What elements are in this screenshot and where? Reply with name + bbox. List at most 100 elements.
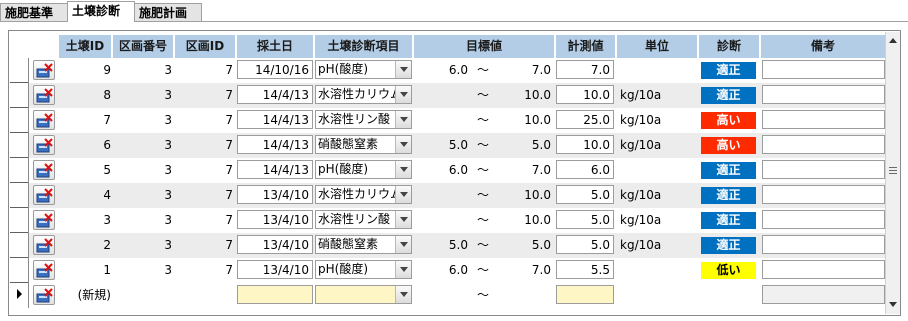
chevron-down-icon[interactable] <box>395 136 411 153</box>
edit-record-button[interactable] <box>33 210 55 230</box>
notes-field[interactable] <box>762 160 885 179</box>
record-selector[interactable] <box>10 208 28 233</box>
chevron-down-icon[interactable] <box>395 161 411 178</box>
diagnosis-item-combo[interactable]: 水溶性カリウム <box>315 185 412 204</box>
measured-value-field[interactable]: 6.0 <box>556 160 614 179</box>
new-measured-value-field[interactable] <box>556 285 614 304</box>
chevron-down-icon[interactable] <box>395 186 411 203</box>
new-diagnosis-item-combo[interactable] <box>315 285 412 304</box>
target-min-cell: 6.0 <box>448 263 468 277</box>
record-selector[interactable] <box>10 108 28 133</box>
column-header-section-number[interactable]: 区画番号 <box>113 35 173 58</box>
diagnosis-badge: 適正 <box>701 212 756 229</box>
sample-date-field[interactable]: 13/4/10 <box>237 185 313 204</box>
new-notes-field[interactable] <box>762 285 885 304</box>
column-header-soil-id[interactable]: 土壌ID <box>59 35 111 58</box>
chevron-down-icon[interactable] <box>395 86 411 103</box>
chevron-down-icon[interactable] <box>395 286 411 303</box>
column-header-notes[interactable]: 備考 <box>761 35 885 58</box>
record-selector[interactable] <box>10 58 28 83</box>
edit-delete-record-icon <box>36 163 53 178</box>
column-header-target-value[interactable]: 目標値 <box>414 35 554 58</box>
sample-date-field[interactable]: 14/4/13 <box>237 110 313 129</box>
record-selector[interactable] <box>10 133 28 158</box>
notes-field[interactable] <box>762 235 885 254</box>
target-min-cell: 5.0 <box>448 238 468 252</box>
section-number-cell: 3 <box>164 63 172 77</box>
edit-record-button[interactable] <box>33 260 55 280</box>
diagnosis-item-combo[interactable]: pH(酸度) <box>315 60 412 79</box>
record-selector[interactable] <box>10 233 28 258</box>
range-tilde: ～ <box>476 188 489 202</box>
sample-date-field[interactable]: 14/4/13 <box>237 160 313 179</box>
tab-fertilizer-plan[interactable]: 施肥計画 <box>134 3 202 21</box>
notes-field[interactable] <box>762 260 885 279</box>
chevron-down-icon[interactable] <box>395 61 411 78</box>
notes-field[interactable] <box>762 135 885 154</box>
edit-record-button[interactable] <box>33 85 55 105</box>
unit-cell <box>620 160 696 180</box>
sample-date-field[interactable]: 14/4/13 <box>237 135 313 154</box>
sample-date-field[interactable]: 13/4/10 <box>237 235 313 254</box>
record-selector[interactable] <box>10 183 28 208</box>
diagnosis-item-combo[interactable]: 水溶性リン酸 <box>315 110 412 129</box>
measured-value-field[interactable]: 5.0 <box>556 185 614 204</box>
vertical-scrollbar[interactable] <box>885 32 900 314</box>
scroll-thumb[interactable] <box>889 167 897 175</box>
edit-record-button[interactable] <box>33 285 55 305</box>
column-header-measured-value[interactable]: 計測値 <box>556 35 615 58</box>
target-min-cell <box>430 210 468 230</box>
measured-value-field[interactable]: 5.5 <box>556 260 614 279</box>
column-header-section-id[interactable]: 区画ID <box>175 35 235 58</box>
edit-record-button[interactable] <box>33 160 55 180</box>
new-sample-date-field[interactable] <box>237 285 313 304</box>
measured-value-field[interactable]: 10.0 <box>556 135 614 154</box>
diagnosis-item-combo[interactable]: 水溶性リン酸 <box>315 210 412 229</box>
notes-field[interactable] <box>762 210 885 229</box>
record-selector[interactable] <box>10 258 28 283</box>
chevron-down-icon[interactable] <box>395 261 411 278</box>
column-header-diagnosis[interactable]: 診断 <box>699 35 759 58</box>
sample-date-field[interactable]: 14/4/13 <box>237 85 313 104</box>
tab-soil-diagnosis[interactable]: 土壌診断 <box>67 1 135 22</box>
target-min-cell <box>430 85 468 105</box>
section-id-cell: 7 <box>225 88 233 102</box>
column-header-sample-date[interactable]: 採土日 <box>237 35 313 58</box>
record-selector[interactable] <box>10 83 28 108</box>
edit-record-button[interactable] <box>33 235 55 255</box>
sample-date-field[interactable]: 13/4/10 <box>237 260 313 279</box>
diagnosis-item-combo[interactable]: pH(酸度) <box>315 160 412 179</box>
measured-value-field[interactable]: 10.0 <box>556 85 614 104</box>
diagnosis-item-combo[interactable]: pH(酸度) <box>315 260 412 279</box>
notes-field[interactable] <box>762 185 885 204</box>
edit-record-button[interactable] <box>33 110 55 130</box>
measured-value-field[interactable]: 25.0 <box>556 110 614 129</box>
target-min-cell: 6.0 <box>448 163 468 177</box>
column-header-unit[interactable]: 単位 <box>617 35 697 58</box>
edit-record-button[interactable] <box>33 135 55 155</box>
edit-record-button[interactable] <box>33 185 55 205</box>
diagnosis-item-combo[interactable]: 水溶性カリウム <box>315 85 412 104</box>
target-max-cell: 10.0 <box>524 88 551 102</box>
chevron-down-icon[interactable] <box>395 111 411 128</box>
scroll-up-button[interactable] <box>886 33 900 48</box>
diagnosis-item-combo[interactable]: 硝酸態窒素 <box>315 235 412 254</box>
measured-value-field[interactable]: 5.0 <box>556 210 614 229</box>
measured-value-field[interactable]: 7.0 <box>556 60 614 79</box>
notes-field[interactable] <box>762 60 885 79</box>
sample-date-field[interactable]: 13/4/10 <box>237 210 313 229</box>
scroll-down-button[interactable] <box>886 297 900 312</box>
diagnosis-item-value: 水溶性リン酸 <box>318 212 391 226</box>
chevron-down-icon[interactable] <box>395 211 411 228</box>
notes-field[interactable] <box>762 110 885 129</box>
record-selector[interactable] <box>10 158 28 183</box>
tab-fertilizer-standard[interactable]: 施肥基準 <box>0 3 68 21</box>
column-header-diagnosis-item[interactable]: 土壌診断項目 <box>315 35 412 58</box>
edit-record-button[interactable] <box>33 60 55 80</box>
sample-date-field[interactable]: 14/10/16 <box>237 60 313 79</box>
diagnosis-item-combo[interactable]: 硝酸態窒素 <box>315 135 412 154</box>
chevron-down-icon[interactable] <box>395 236 411 253</box>
notes-field[interactable] <box>762 85 885 104</box>
measured-value-field[interactable]: 5.0 <box>556 235 614 254</box>
record-selector-new[interactable] <box>10 283 28 308</box>
